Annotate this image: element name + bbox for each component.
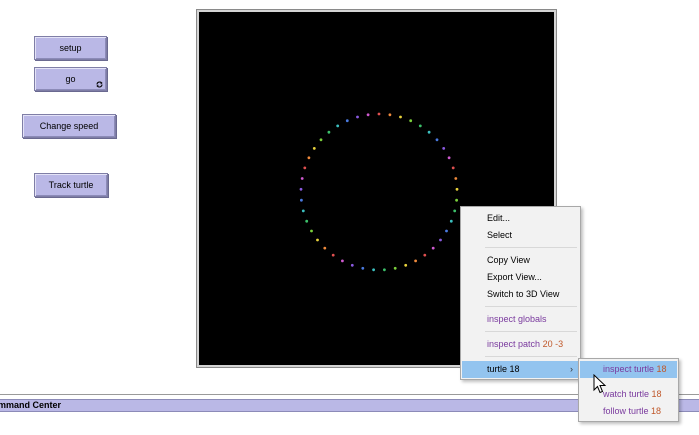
command-center-title: mmand Center	[0, 400, 62, 410]
turtle-dot[interactable]	[383, 268, 386, 272]
turtle-dot[interactable]	[312, 147, 316, 150]
turtle-dot[interactable]	[336, 124, 340, 128]
menu-item-turtle-label: turtle	[487, 364, 508, 374]
track-turtle-button-label: Track turtle	[48, 180, 94, 190]
turtle-dot[interactable]	[323, 246, 327, 250]
turtle-dot[interactable]	[331, 253, 335, 257]
turtle-dot[interactable]	[435, 138, 439, 142]
setup-button[interactable]: setup	[34, 36, 107, 60]
menu-item-switch-3d-label: Switch to 3D View	[487, 289, 560, 299]
menu-item-select-label: Select	[487, 230, 513, 240]
turtle-dot[interactable]	[423, 253, 427, 257]
menu-item-select[interactable]: Select	[462, 227, 579, 244]
turtle-dot[interactable]	[345, 119, 349, 123]
turtle-dot[interactable]	[300, 198, 303, 202]
menu-item-edit[interactable]: Edit...	[462, 210, 579, 227]
change-speed-button[interactable]: Change speed	[22, 114, 116, 138]
turtle-dot[interactable]	[388, 113, 392, 117]
submenu-item-watch-id: 18	[651, 389, 662, 399]
menu-separator	[485, 306, 577, 307]
turtle-dot[interactable]	[341, 259, 344, 263]
turtle-dot[interactable]	[439, 238, 442, 242]
turtle-dot[interactable]	[445, 229, 448, 233]
mouse-pointer-icon	[593, 373, 607, 397]
turtle-dot[interactable]	[414, 259, 417, 263]
menu-separator	[485, 356, 577, 357]
submenu-item-inspect-id: 18	[656, 364, 667, 374]
turtle-dot[interactable]	[350, 263, 354, 267]
turtle-dot[interactable]	[399, 115, 402, 119]
turtle-dot[interactable]	[319, 138, 323, 142]
menu-item-turtle-id: 18	[509, 364, 520, 374]
turtle-dot[interactable]	[454, 177, 458, 180]
menu-separator	[485, 247, 577, 248]
submenu-item-inspect-label: inspect turtle	[603, 364, 655, 374]
turtle-dot[interactable]	[356, 115, 359, 119]
turtle-dot[interactable]	[301, 209, 305, 213]
turtle-dot[interactable]	[409, 119, 413, 123]
turtle-dot[interactable]	[447, 156, 451, 160]
turtle-dot[interactable]	[393, 266, 397, 270]
menu-item-copy-view[interactable]: Copy View	[462, 252, 579, 269]
turtle-dot[interactable]	[299, 187, 303, 191]
turtle-dot[interactable]	[300, 177, 304, 180]
go-button[interactable]: go	[34, 67, 107, 91]
turtle-dot[interactable]	[449, 219, 453, 223]
menu-item-switch-3d[interactable]: Switch to 3D View	[462, 286, 579, 303]
context-menu: Edit... Select Copy View Export View... …	[460, 206, 581, 380]
turtle-dot[interactable]	[303, 166, 307, 170]
turtle-dot[interactable]	[307, 156, 311, 160]
turtle-dot[interactable]	[327, 130, 331, 134]
turtle-dot[interactable]	[404, 263, 408, 267]
setup-button-label: setup	[59, 43, 82, 53]
menu-item-export-view[interactable]: Export View...	[462, 269, 579, 286]
turtle-dot[interactable]	[455, 198, 458, 202]
chevron-right-icon: ›	[570, 364, 573, 374]
change-speed-button-label: Change speed	[39, 121, 99, 131]
turtle-dot[interactable]	[427, 130, 431, 134]
menu-item-inspect-patch-coords: 20 -3	[542, 339, 564, 349]
turtle-dot[interactable]	[451, 166, 455, 170]
submenu-item-watch-label: watch turtle	[603, 389, 650, 399]
turtle-dot[interactable]	[455, 187, 459, 191]
submenu-item-follow-turtle[interactable]: follow turtle 18	[580, 403, 677, 420]
turtle-dot[interactable]	[431, 246, 435, 250]
turtle-dot[interactable]	[361, 266, 365, 270]
menu-item-inspect-patch[interactable]: inspect patch 20 -3	[462, 336, 579, 353]
menu-item-export-view-label: Export View...	[487, 272, 542, 282]
menu-item-inspect-globals-label: inspect globals	[487, 314, 547, 324]
go-button-label: go	[65, 74, 76, 84]
turtle-dot[interactable]	[372, 268, 375, 272]
submenu-item-follow-label: follow turtle	[603, 406, 649, 416]
turtle-dot[interactable]	[453, 209, 457, 213]
forever-arrows-icon	[96, 81, 103, 88]
turtle-dot[interactable]	[418, 124, 422, 128]
turtle-dot[interactable]	[310, 229, 313, 233]
menu-item-inspect-patch-label: inspect patch	[487, 339, 541, 349]
turtle-dot[interactable]	[366, 113, 370, 117]
turtle-dot[interactable]	[316, 238, 319, 242]
track-turtle-button[interactable]: Track turtle	[34, 173, 108, 197]
turtle-dot[interactable]	[377, 112, 381, 116]
submenu-item-follow-id: 18	[651, 406, 662, 416]
menu-item-turtle[interactable]: turtle 18 ›	[462, 361, 579, 378]
turtle-dot[interactable]	[442, 147, 446, 150]
menu-item-edit-label: Edit...	[487, 213, 511, 223]
menu-item-inspect-globals[interactable]: inspect globals	[462, 311, 579, 328]
menu-item-copy-view-label: Copy View	[487, 255, 530, 265]
turtle-dot[interactable]	[305, 219, 309, 223]
menu-separator	[485, 331, 577, 332]
